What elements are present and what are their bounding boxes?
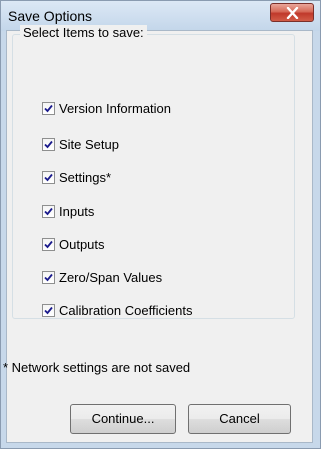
item-label: Inputs bbox=[59, 203, 95, 219]
item-settings[interactable]: Settings* bbox=[42, 168, 111, 186]
checkbox-settings[interactable] bbox=[42, 170, 55, 184]
check-icon bbox=[44, 306, 53, 314]
check-icon bbox=[44, 207, 53, 215]
check-icon bbox=[44, 273, 53, 281]
check-icon bbox=[44, 104, 53, 112]
item-label: Version Information bbox=[59, 100, 172, 116]
item-inputs[interactable]: Inputs bbox=[42, 202, 94, 220]
item-outputs[interactable]: Outputs bbox=[42, 235, 105, 253]
item-label: Zero/Span Values bbox=[59, 269, 163, 285]
close-icon bbox=[286, 7, 299, 19]
check-icon bbox=[44, 173, 53, 181]
network-settings-note: * Network settings are not saved bbox=[3, 360, 191, 375]
checkbox-outputs[interactable] bbox=[42, 237, 55, 251]
item-calibration-coefficients[interactable]: Calibration Coefficients bbox=[42, 301, 192, 319]
checkbox-version-information[interactable] bbox=[42, 101, 55, 115]
check-icon bbox=[44, 240, 53, 248]
group-legend: Select Items to save: bbox=[20, 25, 147, 40]
item-label: Calibration Coefficients bbox=[59, 302, 193, 318]
close-button[interactable] bbox=[270, 3, 314, 22]
checkbox-calibration-coefficients[interactable] bbox=[42, 303, 55, 317]
checkbox-inputs[interactable] bbox=[42, 204, 55, 218]
cancel-button[interactable]: Cancel bbox=[188, 404, 291, 434]
item-site-setup[interactable]: Site Setup bbox=[42, 135, 119, 153]
item-label: Site Setup bbox=[59, 136, 119, 152]
check-icon bbox=[44, 140, 53, 148]
continue-button[interactable]: Continue... bbox=[70, 404, 176, 434]
dialog-title: Save Options bbox=[8, 8, 93, 24]
item-label: Outputs bbox=[59, 236, 105, 252]
checkbox-site-setup[interactable] bbox=[42, 137, 55, 151]
item-version-information[interactable]: Version Information bbox=[42, 99, 171, 117]
item-label: Settings* bbox=[59, 169, 112, 185]
checkbox-zero-span-values[interactable] bbox=[42, 270, 55, 284]
item-zero-span-values[interactable]: Zero/Span Values bbox=[42, 268, 162, 286]
